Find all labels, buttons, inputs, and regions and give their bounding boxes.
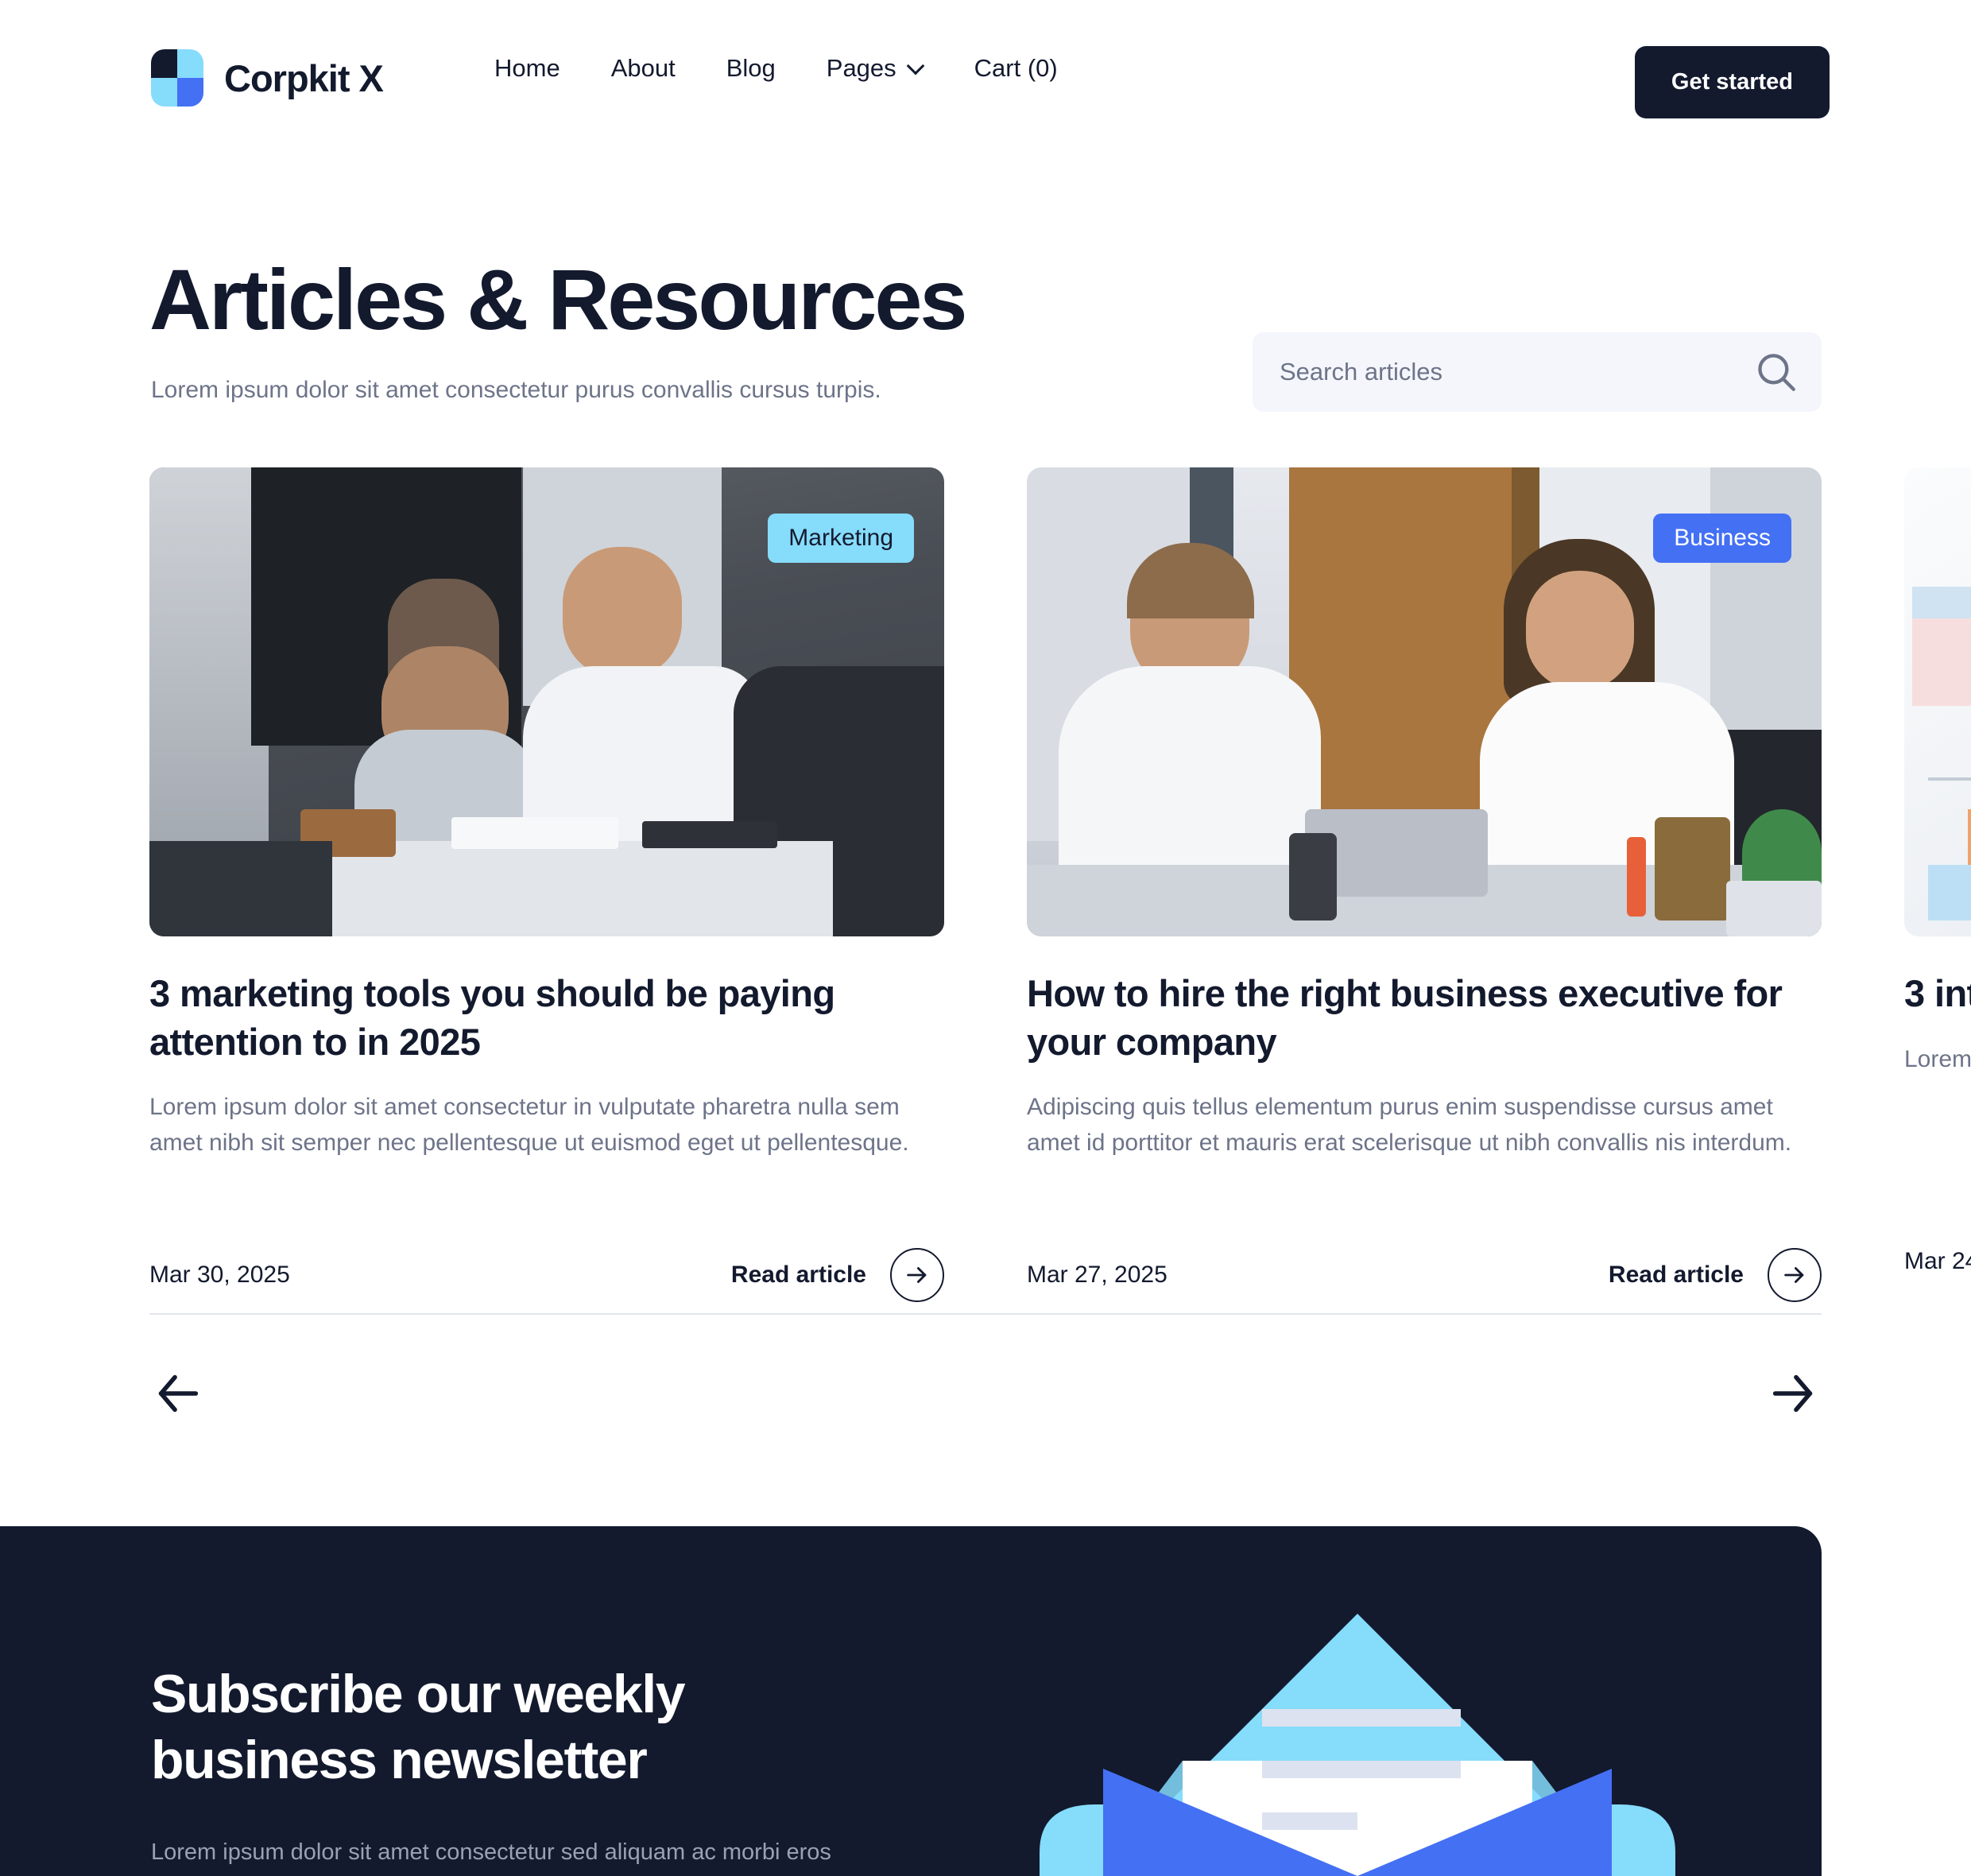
search-icon[interactable] [1753,349,1799,395]
article-carousel: Marketing 3 marketing tools you should b… [149,467,1971,1310]
blog-listing-page: Corpkit X Home About Blog Pages Cart (0)… [0,0,1971,1876]
category-badge[interactable]: Marketing [768,514,914,563]
corpkit-logo-icon [151,49,203,107]
get-started-button[interactable]: Get started [1634,46,1830,118]
nav-item-cart[interactable]: Cart (0) [949,54,1083,83]
arrow-right-icon[interactable] [1768,1248,1822,1302]
site-header: Corpkit X Home About Blog Pages Cart (0)… [0,0,1971,151]
article-card[interactable]: Marketing 3 marketing tools you should b… [149,467,944,1310]
page-subtitle: Lorem ipsum dolor sit amet consectetur p… [151,377,881,403]
article-card[interactable]: Business How to hire the right business … [1027,467,1822,1310]
article-date: Mar 30, 2025 [149,1262,290,1288]
main-nav: Home About Blog Pages Cart (0) [469,54,1083,83]
article-thumbnail [1904,467,1971,936]
read-article-link[interactable]: Read article [1609,1248,1822,1302]
article-title[interactable]: 3 marketing tools you should be paying a… [149,970,944,1066]
nav-item-home-label: Home [494,54,560,82]
read-article-label: Read article [730,1262,866,1288]
read-article-label: Read article [1608,1262,1744,1288]
nav-item-blog-label: Blog [726,54,776,82]
nav-item-pages[interactable]: Pages [801,54,949,83]
brand-logo[interactable]: Corpkit X [151,49,384,107]
article-date: Mar 24 [1904,1248,1971,1274]
article-footer: Mar 24 [1904,1248,1971,1275]
article-card[interactable]: 3 int find Lorem susper Mar 24 [1904,467,1971,1310]
article-description: Lorem ipsum dolor sit amet consectetur i… [149,1094,909,1156]
article-photo-3 [1904,467,1971,936]
nav-item-about-label: About [610,54,676,82]
nav-item-about[interactable]: About [586,54,701,83]
carousel-next-button[interactable] [1766,1366,1822,1421]
newsletter-title: Subscribe our weekly business newsletter [151,1664,686,1790]
article-footer: Mar 27, 2025 Read article [1027,1248,1822,1302]
article-thumbnail: Marketing [149,467,944,936]
nav-item-home[interactable]: Home [469,54,586,83]
article-thumbnail: Business [1027,467,1822,936]
category-badge[interactable]: Business [1653,514,1791,563]
article-title[interactable]: How to hire the right business executive… [1027,970,1822,1066]
article-title[interactable]: 3 int find [1904,970,1971,1018]
article-footer: Mar 30, 2025 Read article [149,1248,944,1302]
arrow-right-icon[interactable] [1766,1366,1822,1421]
carousel-prev-button[interactable] [149,1366,205,1421]
brand-name: Corpkit X [224,56,384,99]
arrow-right-icon[interactable] [890,1248,944,1302]
article-date: Mar 27, 2025 [1027,1262,1167,1288]
nav-item-cart-label: Cart (0) [974,54,1058,82]
search-box[interactable] [1253,332,1822,412]
nav-item-pages-label: Pages [826,54,896,82]
newsletter-section: Subscribe our weekly business newsletter… [0,1526,1822,1876]
arrow-left-icon[interactable] [149,1366,205,1421]
envelope-illustration [1040,1614,1675,1876]
article-description: Adipiscing quis tellus elementum purus e… [1027,1094,1792,1156]
nav-item-blog[interactable]: Blog [701,54,801,83]
chevron-down-icon [908,58,924,74]
search-input[interactable] [1253,358,1753,386]
page-title: Articles & Resources [149,251,967,347]
newsletter-subtitle: Lorem ipsum dolor sit amet consectetur s… [151,1839,831,1865]
article-description: Lorem susper [1904,1045,1971,1072]
read-article-link[interactable]: Read article [731,1248,944,1302]
carousel-divider [149,1313,1822,1315]
